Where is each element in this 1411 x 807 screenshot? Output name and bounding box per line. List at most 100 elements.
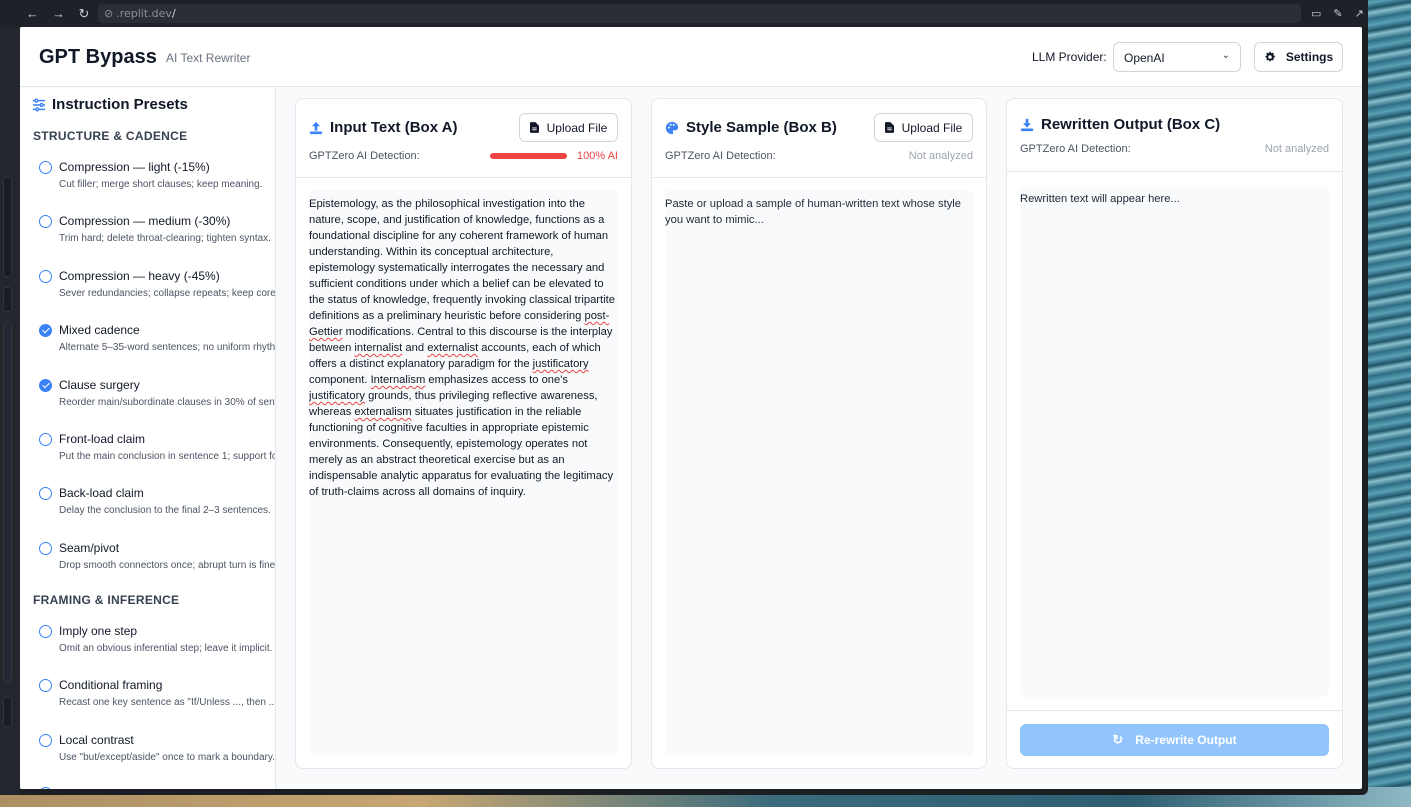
browser-toolbar: ← → ↻ ⊘ .replit.dev / ▭ ✎ ↗ [0, 0, 1368, 27]
misspelled-word: externalist [427, 342, 479, 354]
download-icon [1020, 118, 1034, 131]
detection-value-b: Not analyzed [908, 150, 973, 162]
misspelled-word: externalism [354, 406, 412, 418]
preset-desc: Alternate 5–35-word sentences; no unifor… [59, 342, 276, 353]
text-run: emphasizes access to one's [425, 374, 568, 386]
output-card-header: Rewritten Output (Box C) GPTZero AI Dete… [1007, 99, 1342, 172]
style-card-header: Style Sample (Box B) Upload File GPTZero… [652, 99, 986, 178]
input-textarea[interactable]: Epistemology, as the philosophical inves… [309, 190, 618, 755]
file-icon [884, 122, 894, 133]
detection-value-c: Not analyzed [1264, 143, 1329, 155]
gear-icon [1265, 51, 1275, 62]
rewritten-output-card: Rewritten Output (Box C) GPTZero AI Dete… [1006, 98, 1343, 769]
output-card-title: Rewritten Output (Box C) [1020, 116, 1220, 133]
preset-radio[interactable] [39, 487, 52, 500]
preset-radio[interactable] [39, 734, 52, 747]
preset-desc: Put the main conclusion in sentence 1; s… [59, 451, 275, 462]
upload-file-label: Upload File [901, 120, 963, 135]
re-rewrite-label: Re-rewrite Output [1135, 733, 1237, 747]
preset-name: Front-load claim [59, 432, 146, 446]
section-structure-cadence: STRUCTURE & CADENCE [33, 129, 188, 143]
detection-meter-a [490, 153, 567, 159]
style-card-title-text: Style Sample (Box B) [686, 119, 837, 136]
input-text-content: Epistemology, as the philosophical inves… [309, 196, 618, 500]
preset-name: Seam/pivot [59, 541, 120, 555]
preset-name: Local contrast [59, 733, 134, 747]
preset-radio[interactable] [39, 161, 52, 174]
preset-radio[interactable] [39, 625, 52, 638]
app-root: GPT Bypass AI Text Rewriter LLM Provider… [20, 27, 1362, 789]
instruction-presets-sidebar: Instruction Presets STRUCTURE & CADENCE … [20, 88, 276, 789]
preset-name: Mixed cadence [59, 323, 140, 337]
preset-name: Imply one step [59, 624, 138, 638]
refresh-icon: ↻ [1112, 732, 1124, 747]
preset-radio[interactable] [39, 215, 52, 228]
detection-label-a: GPTZero AI Detection: [309, 150, 420, 162]
editor-side-strip [0, 27, 20, 795]
section-framing-inference: FRAMING & INFERENCE [33, 593, 180, 607]
detection-meter-fill [490, 153, 567, 159]
forward-arrow-icon[interactable]: → [52, 6, 65, 21]
sliders-icon [32, 98, 46, 111]
preset-desc: Cut filler; merge short clauses; keep me… [59, 179, 263, 190]
input-card-title: Input Text (Box A) [309, 119, 458, 136]
preset-name: Clause surgery [59, 378, 140, 392]
preset-desc: Sever redundancies; collapse repeats; ke… [59, 288, 276, 299]
text-run: Epistemology, as the philosophical inves… [309, 198, 615, 322]
preset-desc: Reorder main/subordinate clauses in 30% … [59, 397, 275, 408]
url-host: .replit.dev [116, 7, 172, 20]
misspelled-word: justificatory [532, 358, 589, 370]
app-tagline: AI Text Rewriter [166, 51, 251, 65]
preset-radio-checked[interactable] [39, 379, 52, 392]
style-sample-textarea[interactable]: Paste or upload a sample of human-writte… [665, 190, 974, 755]
upload-file-button-a[interactable]: Upload File [519, 113, 618, 142]
re-rewrite-button[interactable]: ↻ Re-rewrite Output [1020, 724, 1329, 756]
preset-radio[interactable] [39, 787, 52, 789]
preset-radio[interactable] [39, 679, 52, 692]
preset-desc: Omit an obvious inferential step; leave … [59, 643, 273, 654]
preset-desc: Recast one key sentence as "If/Unless ..… [59, 697, 276, 708]
style-sample-placeholder: Paste or upload a sample of human-writte… [665, 198, 961, 226]
upload-file-button-b[interactable]: Upload File [874, 113, 973, 142]
text-run: situates justification in the reliable f… [309, 406, 614, 498]
preset-desc: Delay the conclusion to the final 2–3 se… [59, 505, 271, 516]
preset-desc: Trim hard; delete throat-clearing; tight… [59, 233, 271, 244]
output-card-title-text: Rewritten Output (Box C) [1041, 116, 1221, 133]
detection-value-a: 100% AI [577, 150, 618, 162]
upload-icon [309, 121, 323, 134]
preset-name: Compression — light (-15%) [59, 160, 210, 174]
preset-desc: Drop smooth connectors once; abrupt turn… [59, 560, 276, 571]
text-run: component. [309, 374, 371, 386]
file-icon [529, 122, 539, 133]
llm-provider-select[interactable]: OpenAI ⌄ [1113, 42, 1241, 72]
url-path: / [171, 7, 176, 20]
detection-label-c: GPTZero AI Detection: [1020, 143, 1131, 155]
preset-name: Conditional framing [59, 678, 163, 692]
upload-file-label: Upload File [546, 120, 608, 135]
sidebar-title-text: Instruction Presets [52, 96, 188, 113]
browser-window: ← → ↻ ⊘ .replit.dev / ▭ ✎ ↗ GPT Bypass AI… [0, 0, 1368, 795]
output-placeholder: Rewritten text will appear here... [1020, 193, 1180, 205]
open-new-tab-icon[interactable]: ↗ [1355, 7, 1364, 20]
settings-button[interactable]: Settings [1254, 42, 1343, 72]
wrench-icon[interactable]: ✎ [1333, 7, 1342, 20]
url-bar[interactable]: ⊘ .replit.dev / [98, 4, 1301, 23]
preset-radio[interactable] [39, 270, 52, 283]
llm-provider-value: OpenAI [1124, 51, 1165, 65]
back-arrow-icon[interactable]: ← [26, 6, 39, 21]
output-textarea[interactable]: Rewritten text will appear here... [1020, 185, 1329, 697]
misspelled-word: internalist [354, 342, 403, 354]
misspelled-word: Internalism [370, 374, 426, 386]
preset-radio[interactable] [39, 542, 52, 555]
preset-radio-checked[interactable] [39, 324, 52, 337]
output-footer-divider [1007, 710, 1342, 711]
input-text-card: Input Text (Box A) Upload File GPTZero A… [295, 98, 632, 769]
preset-name: Back-load claim [59, 486, 144, 500]
devices-icon[interactable]: ▭ [1311, 7, 1321, 20]
input-card-title-text: Input Text (Box A) [330, 119, 458, 136]
site-info-icon[interactable]: ⊘ [104, 7, 113, 20]
preset-name: Compression — medium (-30%) [59, 214, 231, 228]
preset-radio[interactable] [39, 433, 52, 446]
style-sample-card: Style Sample (Box B) Upload File GPTZero… [651, 98, 987, 769]
reload-icon[interactable]: ↻ [78, 6, 90, 22]
